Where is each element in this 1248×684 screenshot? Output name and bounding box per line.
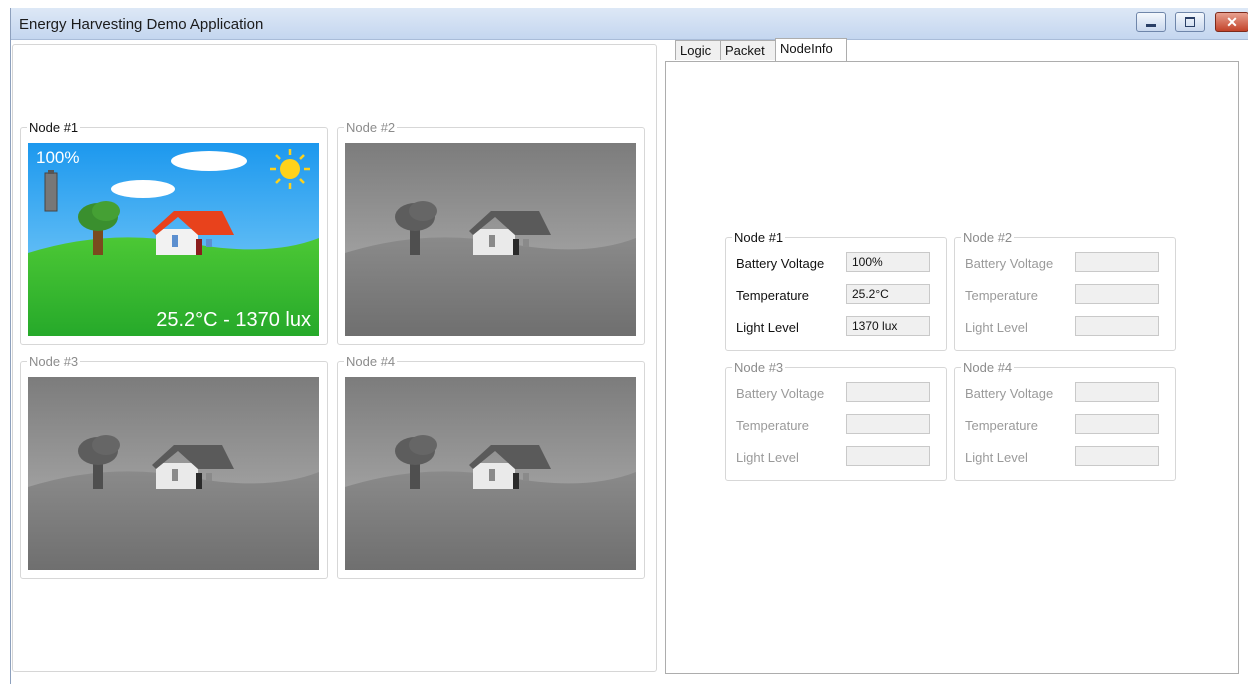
node-3-label: Node #3 [27,354,81,369]
info-node-3-label: Node #3 [732,360,786,375]
info-node-3-light-row: Light Level [736,446,941,468]
node-2-scene [345,143,636,336]
info-node-1-battery-row: Battery Voltage 100% [736,252,941,274]
info-node-1-battery-value: 100% [846,252,930,272]
node-2-group: Node #2 [337,120,645,345]
info-node-4-light-row: Light Level [965,446,1170,468]
info-node-2-group: Node #2 Battery Voltage Temperature Ligh… [954,230,1176,351]
node-2-label: Node #2 [344,120,398,135]
battery-voltage-label: Battery Voltage [736,386,825,401]
light-level-label: Light Level [965,450,1028,465]
info-node-3-light-value [846,446,930,466]
info-node-1-label: Node #1 [732,230,786,245]
maximize-icon [1185,17,1195,27]
info-node-2-light-value [1075,316,1159,336]
battery-icon [44,170,58,212]
node-4-group: Node #4 [337,354,645,579]
info-node-4-temperature-row: Temperature [965,414,1170,436]
info-node-1-group: Node #1 Battery Voltage 100% Temperature… [725,230,947,351]
info-node-3-temperature-value [846,414,930,434]
info-node-1-temperature-value: 25.2°C [846,284,930,304]
info-node-2-light-row: Light Level [965,316,1170,338]
info-node-2-battery-row: Battery Voltage [965,252,1170,274]
tab-nodeinfo[interactable]: NodeInfo [775,38,847,61]
temperature-label: Temperature [965,288,1038,303]
info-node-4-group: Node #4 Battery Voltage Temperature Ligh… [954,360,1176,481]
node-1-label: Node #1 [27,120,81,135]
info-node-4-temperature-value [1075,414,1159,434]
tab-packet[interactable]: Packet [720,40,776,60]
tab-logic[interactable]: Logic [675,40,721,60]
title-bar[interactable]: Energy Harvesting Demo Application ✕ [11,8,1248,40]
info-node-2-battery-value [1075,252,1159,272]
info-node-1-light-row: Light Level 1370 lux [736,316,941,338]
nodeinfo-panel: Node #1 Battery Voltage 100% Temperature… [665,61,1239,674]
info-node-4-battery-value [1075,382,1159,402]
temperature-label: Temperature [965,418,1038,433]
light-level-label: Light Level [736,450,799,465]
maximize-button[interactable] [1175,12,1205,32]
battery-voltage-label: Battery Voltage [965,256,1054,271]
light-level-label: Light Level [965,320,1028,335]
node-1-reading: 25.2°C - 1370 lux [156,309,311,331]
temperature-label: Temperature [736,288,809,303]
minimize-button[interactable] [1136,12,1166,32]
node-4-scene [345,377,636,570]
info-node-4-light-value [1075,446,1159,466]
info-node-1-light-value: 1370 lux [846,316,930,336]
node-1-battery-percent: 100% [36,148,80,167]
temperature-label: Temperature [736,418,809,433]
node-4-label: Node #4 [344,354,398,369]
info-node-3-group: Node #3 Battery Voltage Temperature Ligh… [725,360,947,481]
close-icon: ✕ [1226,13,1238,30]
info-node-2-temperature-row: Temperature [965,284,1170,306]
info-node-4-label: Node #4 [961,360,1015,375]
info-node-3-battery-value [846,382,930,402]
close-button[interactable]: ✕ [1215,12,1248,32]
info-node-1-temperature-row: Temperature 25.2°C [736,284,941,306]
light-level-label: Light Level [736,320,799,335]
node-3-scene [28,377,319,570]
node-view-panel: Node #1 100% 25.2°C - 1370 lux Node #2 N… [12,44,657,672]
battery-voltage-label: Battery Voltage [965,386,1054,401]
info-node-4-battery-row: Battery Voltage [965,382,1170,404]
sun-icon [270,149,310,189]
info-node-2-label: Node #2 [961,230,1015,245]
battery-voltage-label: Battery Voltage [736,256,825,271]
info-node-2-temperature-value [1075,284,1159,304]
info-node-3-battery-row: Battery Voltage [736,382,941,404]
node-3-group: Node #3 [20,354,328,579]
node-1-scene: 100% 25.2°C - 1370 lux [28,143,319,336]
minimize-icon [1146,23,1156,27]
window-title: Energy Harvesting Demo Application [19,16,264,33]
node-1-group: Node #1 100% 25.2°C - 1370 lux [20,120,328,345]
info-node-3-temperature-row: Temperature [736,414,941,436]
